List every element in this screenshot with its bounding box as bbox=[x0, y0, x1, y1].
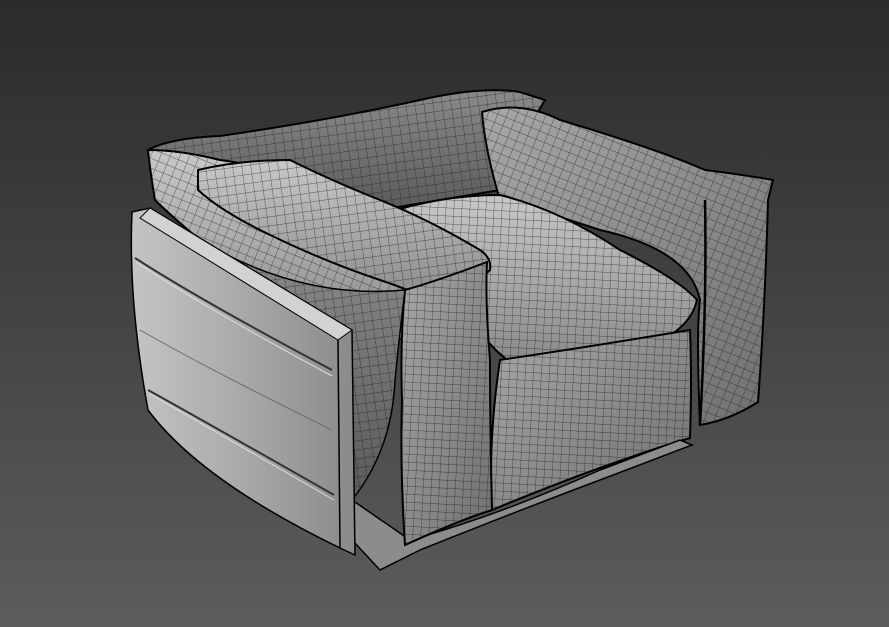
viewport-3d[interactable] bbox=[0, 0, 889, 627]
scene-canvas[interactable] bbox=[0, 0, 889, 627]
